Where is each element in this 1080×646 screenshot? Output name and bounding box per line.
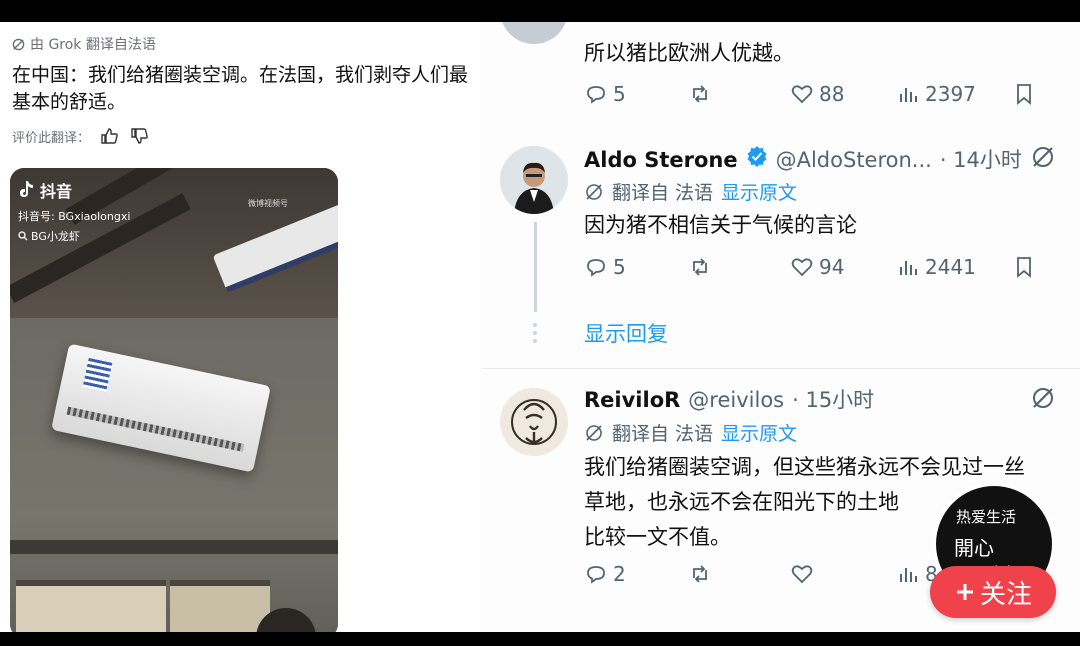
- heart-icon: [791, 565, 813, 584]
- views-count: 2397: [925, 82, 976, 106]
- views-chart-icon: [900, 88, 917, 102]
- repost-button[interactable]: [688, 562, 712, 586]
- repost-button[interactable]: [688, 82, 712, 106]
- views-button[interactable]: 2397: [896, 82, 976, 106]
- views-chart-icon: [900, 261, 917, 275]
- author-name[interactable]: Aldo Sterone: [584, 148, 738, 172]
- grok-icon: [586, 424, 602, 441]
- avatar-photo: [500, 146, 568, 214]
- douyin-search: BG小龙虾: [18, 228, 80, 244]
- tweet-header: ReiviloR @reivilos · 15小时: [584, 384, 874, 414]
- heart-icon: [791, 85, 813, 104]
- author-handle[interactable]: @reivilos: [688, 388, 784, 412]
- thumbs-up-icon[interactable]: [100, 126, 120, 146]
- translated-from: 翻译自 法语: [612, 423, 714, 445]
- tweet-header: Aldo Sterone @AldoSteron... · 14小时: [584, 144, 1022, 174]
- grok-icon: [586, 183, 602, 200]
- translated-row: 翻译自 法语 显示原文: [584, 419, 797, 446]
- verified-badge-icon: [747, 146, 767, 167]
- rate-translation-row: 评价此翻译：: [12, 126, 150, 146]
- thread-line: [534, 222, 537, 312]
- repost-icon: [693, 565, 707, 583]
- tweet-body: 因为猪不相信关于气候的言论: [584, 213, 857, 237]
- repost-icon: [693, 258, 707, 276]
- show-original-link[interactable]: 显示原文: [721, 419, 797, 446]
- post-text: 在中国：我们给猪圈装空调。在法国，我们剥夺人们最基本的舒适。: [12, 64, 469, 113]
- like-button[interactable]: [790, 562, 814, 586]
- rate-translation-label: 评价此翻译：: [12, 130, 91, 146]
- grok-icon: [12, 38, 25, 50]
- wall-shelf: [10, 540, 338, 554]
- thumbs-down-icon[interactable]: [130, 126, 150, 146]
- bottom-bar: [0, 632, 1080, 646]
- weibo-watermark: 微博视频号: [248, 199, 288, 208]
- window: [170, 580, 270, 632]
- top-status-bar: [0, 0, 1080, 22]
- translated-row: 翻译自 法语 显示原文: [584, 178, 797, 205]
- like-button[interactable]: 94: [790, 255, 844, 279]
- author-name[interactable]: ReiviloR: [584, 388, 680, 412]
- tweet-time: · 15小时: [792, 388, 875, 412]
- plus-icon: [956, 584, 973, 600]
- avatar-lion-art: [500, 388, 568, 456]
- bookmark-icon: [1017, 84, 1031, 105]
- douyin-logo: 抖音: [18, 178, 72, 202]
- reply-button[interactable]: 5: [584, 82, 626, 106]
- repost-button[interactable]: [688, 255, 712, 279]
- avatar-text: 热爱生活: [956, 508, 1017, 526]
- translate-note-text: 由 Grok 翻译自法语: [30, 37, 156, 53]
- reply-icon: [587, 566, 605, 584]
- avatar[interactable]: [500, 22, 568, 44]
- translated-from: 翻译自 法语: [612, 182, 714, 204]
- heart-icon: [791, 258, 813, 277]
- grok-icon[interactable]: [1030, 385, 1056, 411]
- grok-icon[interactable]: [1030, 144, 1056, 170]
- screenshot-content: 由 Grok 翻译自法语 在中国：我们给猪圈装空调。在法国，我们剥夺人们最基本的…: [0, 22, 1080, 632]
- thread-dots: [533, 323, 537, 343]
- reply-count: 2: [613, 562, 626, 586]
- reply-icon: [587, 259, 605, 277]
- like-count: 88: [819, 82, 845, 106]
- tweet-actions: 5 88 2397: [584, 82, 1044, 112]
- ac-energy-label: [82, 357, 113, 393]
- avatar-text: 開心: [954, 536, 994, 560]
- reply-icon: [587, 86, 605, 104]
- avatar[interactable]: [500, 146, 568, 214]
- show-original-link[interactable]: 显示原文: [721, 178, 797, 205]
- like-button[interactable]: 88: [790, 82, 844, 106]
- repost-icon: [693, 85, 707, 103]
- window: [16, 580, 166, 632]
- reply-button[interactable]: 2: [584, 562, 626, 586]
- follow-button[interactable]: 关注: [930, 566, 1056, 618]
- tweet-body-line: 我们给猪圈装空调，但这些猪永远不会见过一丝: [584, 455, 1025, 479]
- douyin-app-name: 抖音: [40, 182, 73, 201]
- divider: [482, 368, 1080, 369]
- douyin-icon: [20, 181, 33, 197]
- reply-count: 5: [613, 255, 626, 279]
- reply-count: 5: [613, 82, 626, 106]
- grok-translate-note: 由 Grok 翻译自法语: [12, 34, 156, 54]
- bookmark-button[interactable]: [1012, 82, 1036, 106]
- follow-label: 关注: [979, 579, 1032, 610]
- bookmark-icon: [1017, 257, 1031, 278]
- tweet-actions: 5 94 2441: [584, 255, 1044, 285]
- views-button[interactable]: 2441: [896, 255, 976, 279]
- avatar[interactable]: [500, 388, 568, 456]
- show-replies-link[interactable]: 显示回复: [584, 318, 668, 348]
- views-count: 2441: [925, 255, 976, 279]
- reply-button[interactable]: 5: [584, 255, 626, 279]
- search-icon: [18, 231, 28, 241]
- bookmark-button[interactable]: [1012, 255, 1036, 279]
- left-post: 由 Grok 翻译自法语 在中国：我们给猪圈装空调。在法国，我们剥夺人们最基本的…: [0, 22, 480, 632]
- tweet-body: 所以猪比欧洲人优越。: [584, 41, 794, 65]
- tweet-time: · 14小时: [939, 148, 1022, 172]
- douyin-search-text: BG小龙虾: [31, 230, 80, 243]
- video-thumbnail[interactable]: 抖音 抖音号: BGxiaolongxi BG小龙虾 微博视频号: [10, 168, 338, 632]
- author-handle[interactable]: @AldoSteron...: [776, 148, 932, 172]
- douyin-account-id: 抖音号: BGxiaolongxi: [18, 210, 131, 223]
- like-count: 94: [819, 255, 845, 279]
- views-chart-icon: [900, 568, 917, 582]
